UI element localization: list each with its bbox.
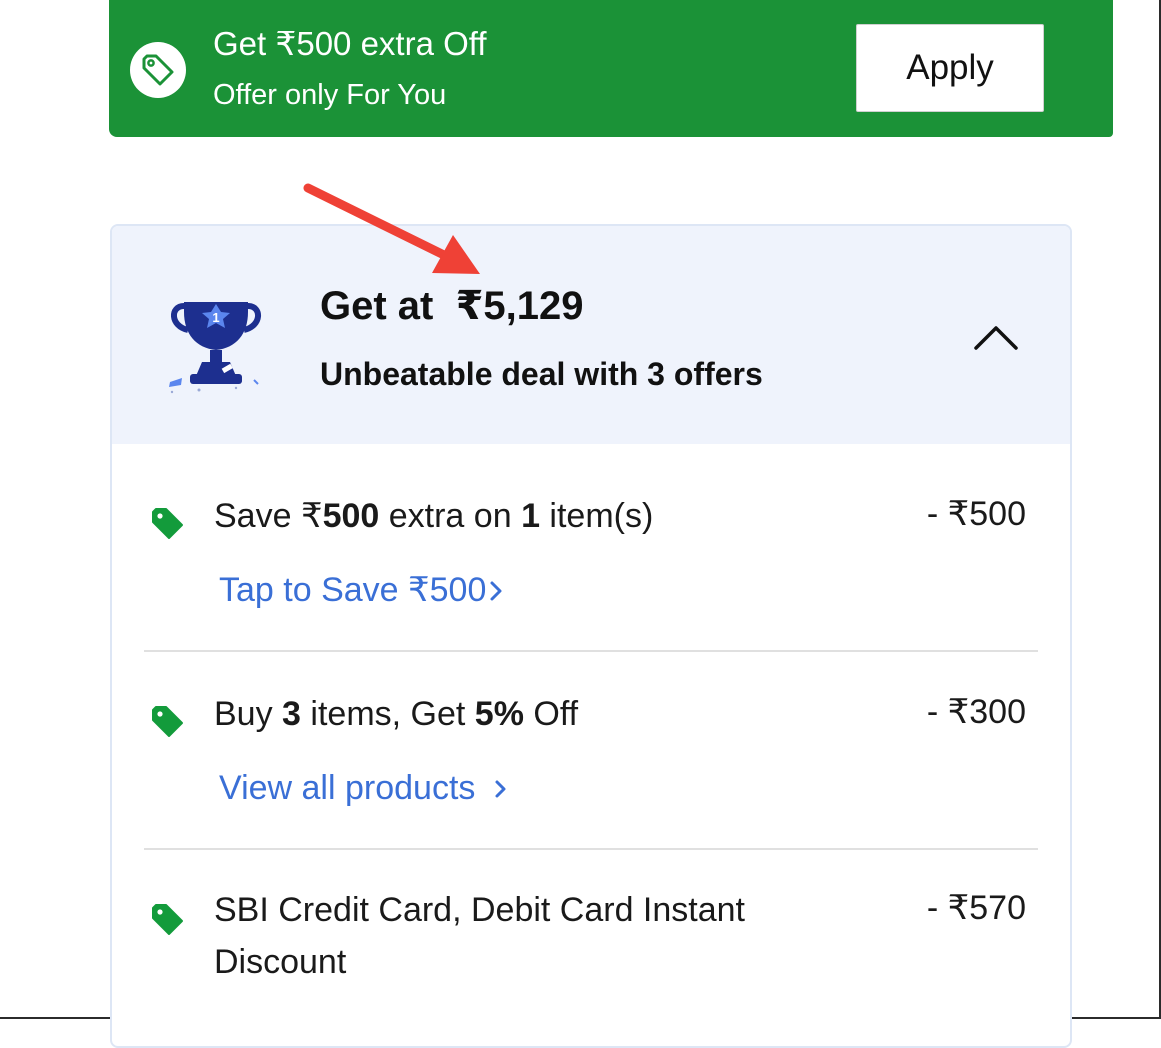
offer-item: SBI Credit Card, Debit Card Instant Disc…	[112, 850, 1070, 1020]
chevron-up-icon[interactable]	[972, 322, 1020, 352]
offer-item: Save ₹500 extra on 1 item(s) - ₹500 Tap …	[112, 444, 1070, 652]
tag-icon	[152, 706, 183, 737]
trophy-icon: 1	[169, 302, 261, 394]
apply-button[interactable]: Apply	[856, 24, 1044, 112]
deal-subtitle: Unbeatable deal with 3 offers	[320, 356, 763, 392]
offer-description-line1: SBI Credit Card, Debit Card Instant	[214, 891, 746, 929]
offer-description-line2: Discount	[214, 943, 347, 981]
banner-title: Get ₹500 extra Off	[213, 25, 487, 62]
tag-icon	[152, 508, 183, 539]
chevron-right-icon	[490, 581, 502, 601]
tag-icon	[152, 904, 183, 935]
offer-description: Save ₹500 extra on 1 item(s)	[214, 497, 654, 535]
offer-item: Buy 3 items, Get 5% Off - ₹300 View all …	[112, 652, 1070, 848]
offers-card: 1 Get at ₹5,129 Unbeatable deal with 3 o…	[110, 224, 1072, 1048]
offer-discount-amount: - ₹570	[926, 889, 1026, 927]
chevron-right-icon	[495, 780, 506, 798]
offer-description: Buy 3 items, Get 5% Off	[214, 695, 579, 733]
annotation-arrow-icon	[303, 183, 480, 274]
deal-header[interactable]: 1 Get at ₹5,129 Unbeatable deal with 3 o…	[112, 226, 1070, 444]
offer-discount-amount: - ₹500	[926, 495, 1026, 533]
offer-banner: Get ₹500 extra Off Offer only For You Ap…	[109, 0, 1113, 137]
banner-subtitle: Offer only For You	[213, 79, 447, 111]
tap-to-save-link[interactable]: Tap to Save ₹500	[219, 568, 504, 612]
trophy-badge-number: 1	[212, 310, 219, 325]
offer-discount-amount: - ₹300	[926, 693, 1026, 731]
tag-icon	[130, 42, 186, 98]
view-all-products-link[interactable]: View all products	[219, 766, 513, 810]
